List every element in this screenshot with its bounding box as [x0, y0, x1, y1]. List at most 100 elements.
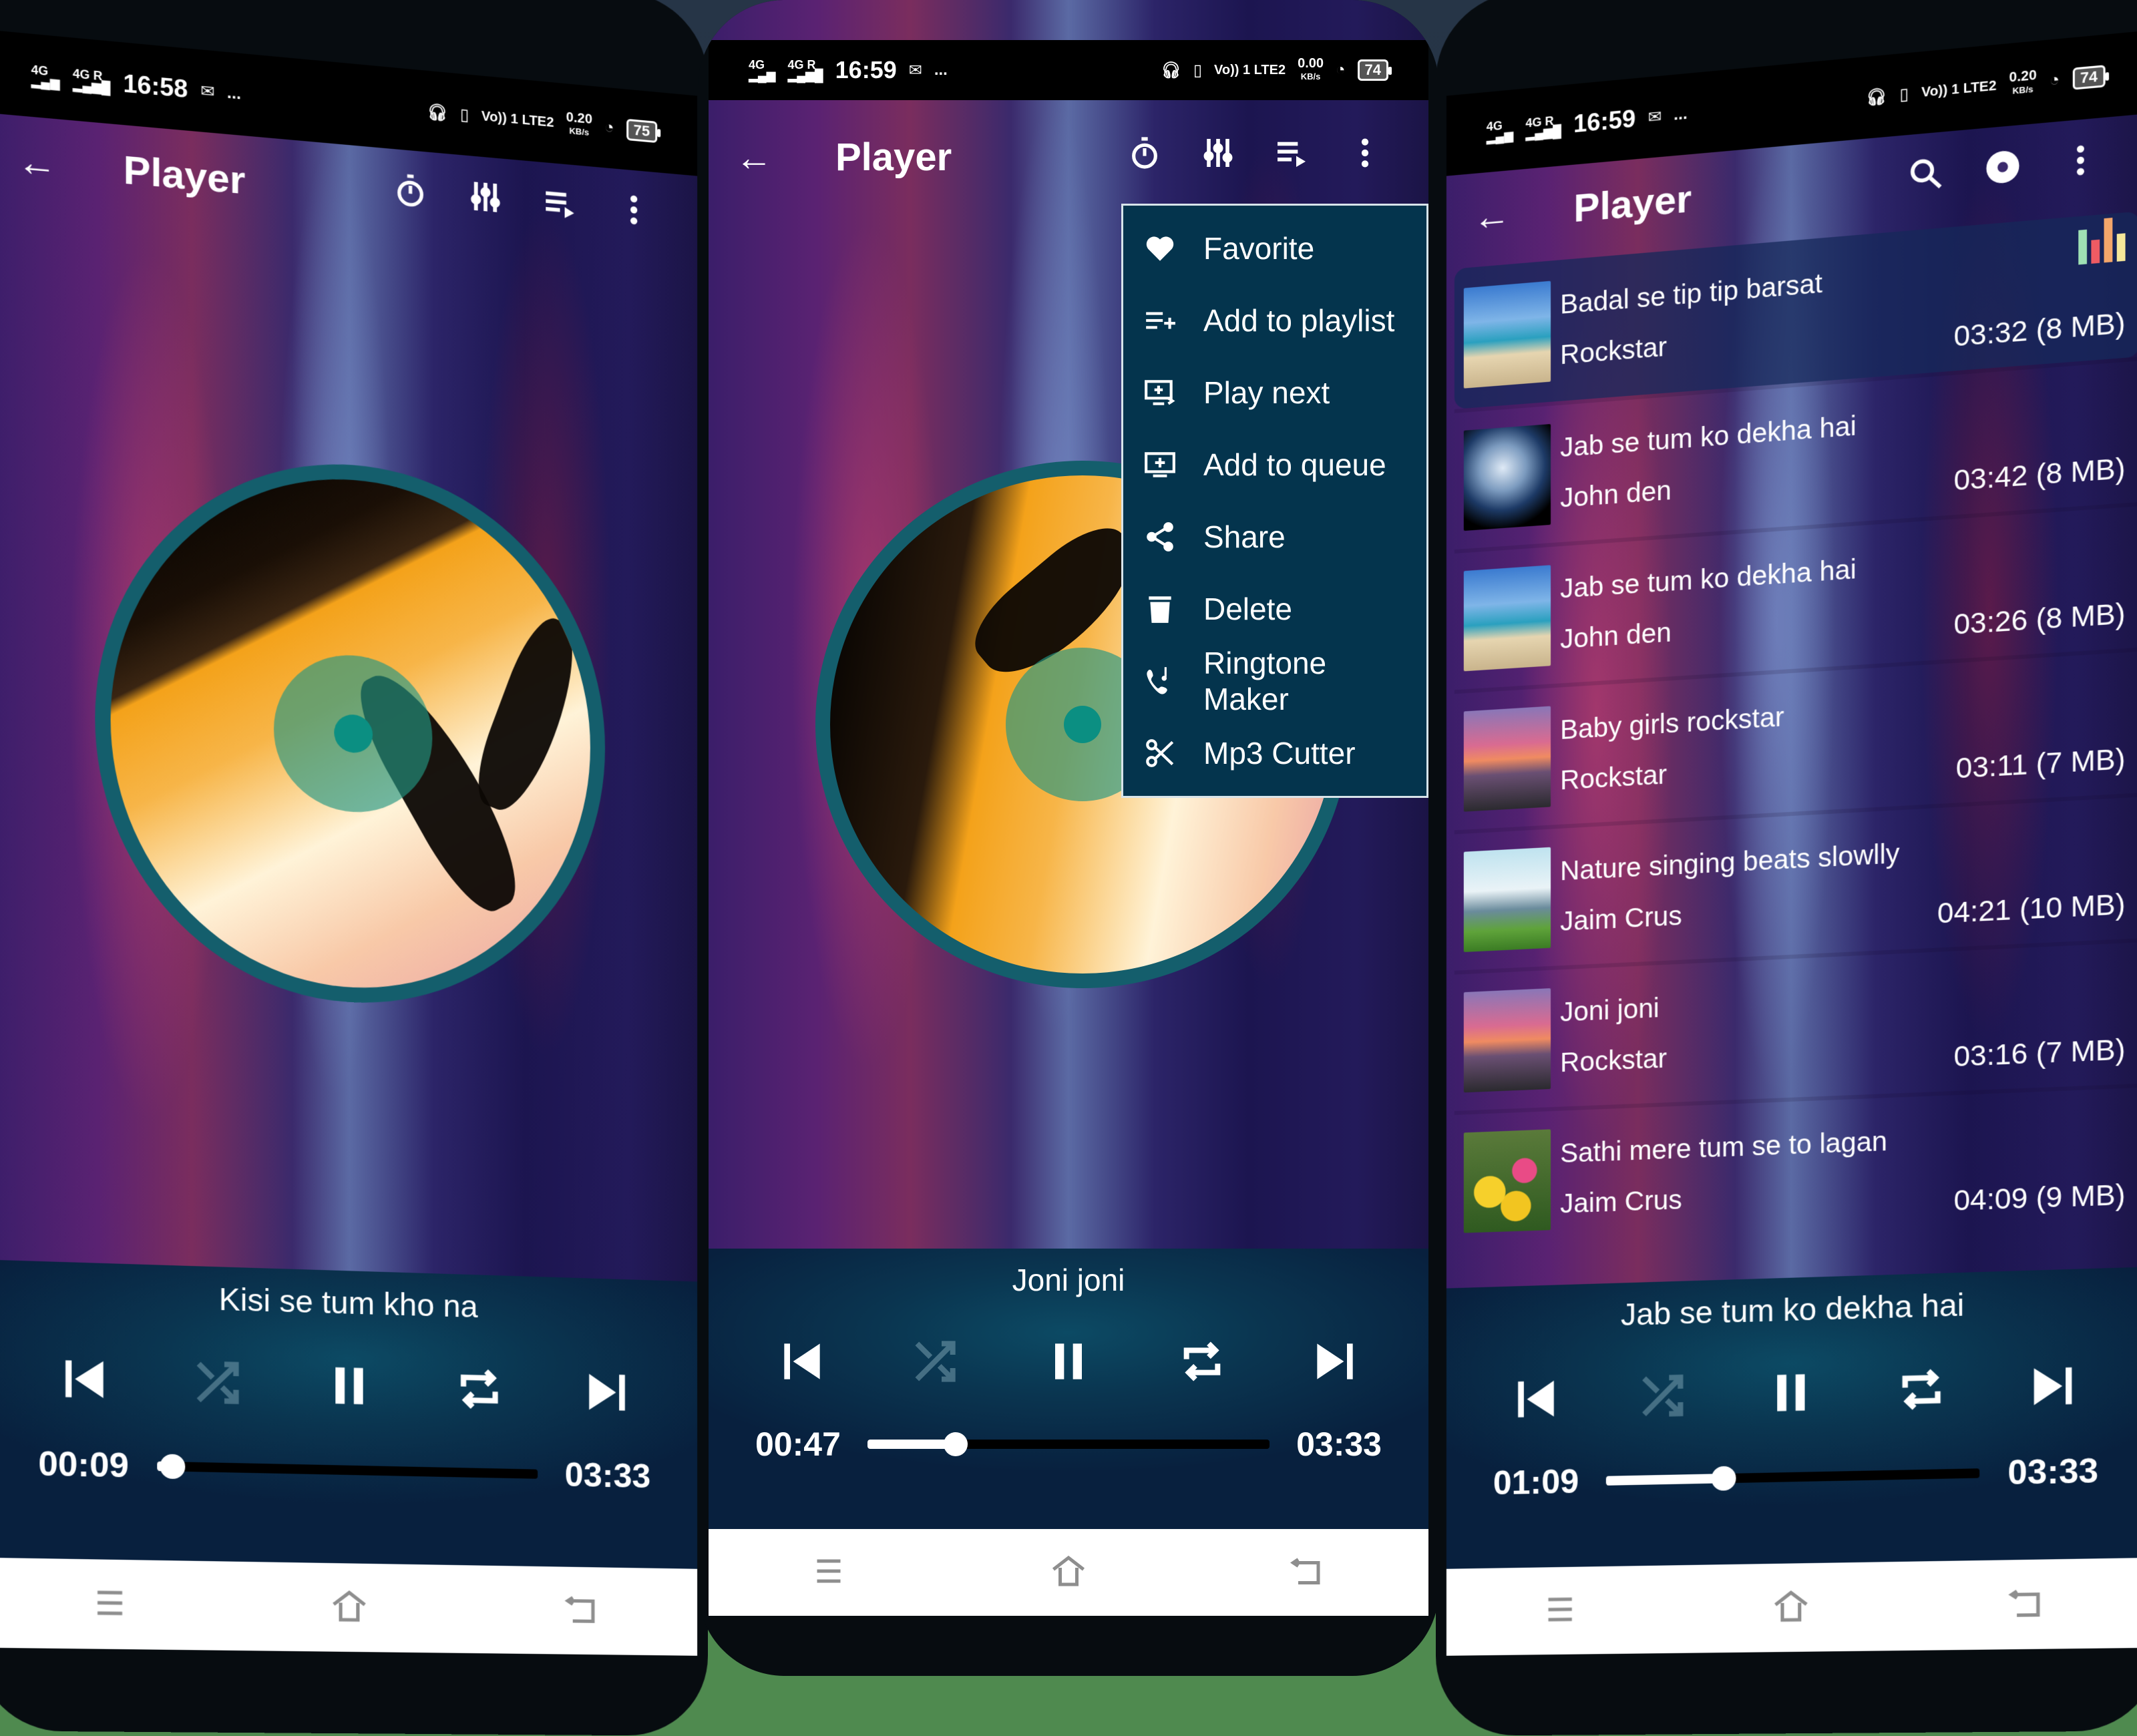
- skip-next-icon[interactable]: [2021, 1354, 2085, 1418]
- song-artist: Rockstar: [1560, 1044, 1668, 1078]
- skip-previous-icon[interactable]: [1506, 1368, 1566, 1430]
- ringtone-icon: [1147, 667, 1167, 694]
- menu-item-label: Delete: [1203, 592, 1292, 626]
- share-icon: [1147, 522, 1173, 552]
- volte-indicator: Vo)) 1 LTE2: [1214, 63, 1286, 77]
- seek-thumb[interactable]: [944, 1432, 968, 1456]
- seek-bar[interactable]: [157, 1454, 538, 1480]
- search-icon[interactable]: [1887, 151, 1964, 205]
- album-art-figure: [465, 610, 592, 821]
- song-title: Joni joni: [1560, 993, 1660, 1028]
- playback-controls: [1446, 1346, 2137, 1438]
- home-icon[interactable]: [1770, 1585, 1812, 1630]
- queue-icon[interactable]: [523, 181, 597, 234]
- menu-item-ringtone-maker[interactable]: Ringtone Maker: [1123, 645, 1426, 717]
- back-icon[interactable]: [2007, 1582, 2049, 1627]
- equalizer-icon[interactable]: [448, 174, 523, 228]
- status-bar: 4G ▂▄▆ 4G R ▂▄▆█ 16:59 ✉ ... 🎧︎ ▯ Vo)) 1 L…: [709, 40, 1428, 100]
- wifi-icon: ◔: [2049, 70, 2060, 90]
- seek-fill: [1605, 1474, 1724, 1486]
- seek-fill: [867, 1440, 956, 1449]
- skip-previous-icon[interactable]: [52, 1347, 116, 1411]
- shuffle-icon[interactable]: [1632, 1365, 1694, 1427]
- volte-indicator: Vo)) 1 LTE2: [481, 108, 554, 131]
- seek-thumb[interactable]: [160, 1454, 186, 1480]
- menu-item-add-to-queue[interactable]: Add to queue: [1123, 429, 1426, 501]
- network-speed: 0.20 KB/s: [566, 110, 592, 138]
- repeat-icon[interactable]: [1890, 1358, 1953, 1422]
- equalizer-icon[interactable]: [1181, 134, 1255, 180]
- headphones-icon: 🎧︎: [1866, 86, 1887, 107]
- home-icon[interactable]: [329, 1585, 370, 1630]
- playlist-add-icon: [1146, 312, 1175, 329]
- eq-bar: [2116, 233, 2126, 262]
- back-arrow-icon[interactable]: ←: [17, 138, 81, 189]
- menu-item-play-next[interactable]: Play next: [1123, 357, 1426, 429]
- song-row[interactable]: Sathi mere tum se to lagan Jaim Crus 04:…: [1454, 1083, 2137, 1252]
- playback-controls: [709, 1325, 1428, 1398]
- menu-item-label: Mp3 Cutter: [1203, 736, 1356, 771]
- menu-lines-icon[interactable]: [809, 1551, 849, 1594]
- pause-icon[interactable]: [318, 1354, 380, 1417]
- page-title: Player: [1573, 176, 1692, 230]
- menu-lines-icon[interactable]: [1540, 1588, 1580, 1633]
- back-arrow-icon[interactable]: ←: [1473, 190, 1533, 239]
- heart-icon: [1146, 236, 1174, 261]
- headphones-icon: 🎧︎: [427, 102, 448, 123]
- pause-icon[interactable]: [1760, 1361, 1822, 1424]
- menu-item-delete[interactable]: Delete: [1123, 573, 1426, 645]
- repeat-icon[interactable]: [448, 1358, 510, 1420]
- battery-indicator: 75: [626, 118, 658, 144]
- toolbar: ← Player: [709, 114, 1428, 200]
- song-title: Jab se tum ko dekha hai: [1560, 411, 1857, 463]
- home-icon[interactable]: [1048, 1551, 1089, 1594]
- pause-icon[interactable]: [1038, 1331, 1099, 1391]
- elapsed-time: 01:09: [1493, 1462, 1579, 1502]
- wifi-icon: ◔: [604, 118, 614, 138]
- sleep-timer-icon[interactable]: [1108, 134, 1181, 180]
- mini-player-panel: Jab se tum ko dekha hai 01:09 03:33: [1446, 1267, 2137, 1569]
- phone-left: 4G ▂▄▆ 4G R ▂▄▆█ 16:58 ✉ ... 🎧︎ ▯ Vo)) 1 L…: [0, 0, 709, 1736]
- back-icon[interactable]: [1288, 1551, 1328, 1594]
- queue-icon[interactable]: [1255, 134, 1328, 180]
- song-thumbnail: [1463, 280, 1551, 389]
- more-notifications: ...: [226, 83, 241, 103]
- more-vert-icon[interactable]: [597, 188, 670, 240]
- more-vert-icon[interactable]: [1328, 134, 1402, 180]
- duration-time: 03:33: [564, 1456, 651, 1496]
- seek-row: 00:47 03:33: [709, 1425, 1428, 1464]
- elapsed-time: 00:09: [38, 1444, 129, 1485]
- signal-icon: 4G ▂▄▆: [749, 58, 776, 82]
- song-duration-size: 03:16 (7 MB): [1953, 1033, 2126, 1073]
- eq-bar: [2104, 218, 2113, 263]
- menu-item-favorite[interactable]: Favorite: [1123, 212, 1426, 284]
- menu-item-add-to-playlist[interactable]: Add to playlist: [1123, 284, 1426, 357]
- skip-next-icon[interactable]: [577, 1361, 637, 1424]
- back-arrow-icon[interactable]: ←: [735, 136, 795, 179]
- page-title: Player: [123, 147, 246, 203]
- seek-bar[interactable]: [867, 1432, 1270, 1456]
- shuffle-icon[interactable]: [905, 1331, 965, 1391]
- play-next-icon: [1145, 380, 1175, 405]
- shuffle-icon[interactable]: [186, 1351, 249, 1414]
- eq-bar: [2078, 229, 2088, 265]
- system-nav-bar: [709, 1529, 1428, 1616]
- sleep-timer-icon[interactable]: [373, 168, 448, 221]
- song-duration-size: 03:32 (8 MB): [1954, 218, 2126, 353]
- duration-time: 03:33: [1296, 1426, 1382, 1463]
- seek-thumb[interactable]: [1712, 1466, 1736, 1491]
- menu-item-mp3-cutter[interactable]: Mp3 Cutter: [1123, 717, 1426, 789]
- more-vert-icon[interactable]: [2042, 138, 2120, 192]
- repeat-icon[interactable]: [1172, 1331, 1232, 1391]
- song-artist: John den: [1560, 475, 1672, 513]
- disc-icon[interactable]: [1964, 144, 2042, 198]
- skip-next-icon[interactable]: [1305, 1331, 1365, 1391]
- skip-previous-icon[interactable]: [772, 1331, 832, 1391]
- more-notifications: ...: [934, 61, 948, 79]
- menu-item-share[interactable]: Share: [1123, 501, 1426, 573]
- menu-lines-icon[interactable]: [89, 1582, 131, 1627]
- clock: 16:59: [1573, 104, 1636, 138]
- seek-bar[interactable]: [1605, 1466, 1980, 1491]
- back-icon[interactable]: [562, 1588, 602, 1633]
- song-duration-size: 03:11 (7 MB): [1955, 742, 2126, 785]
